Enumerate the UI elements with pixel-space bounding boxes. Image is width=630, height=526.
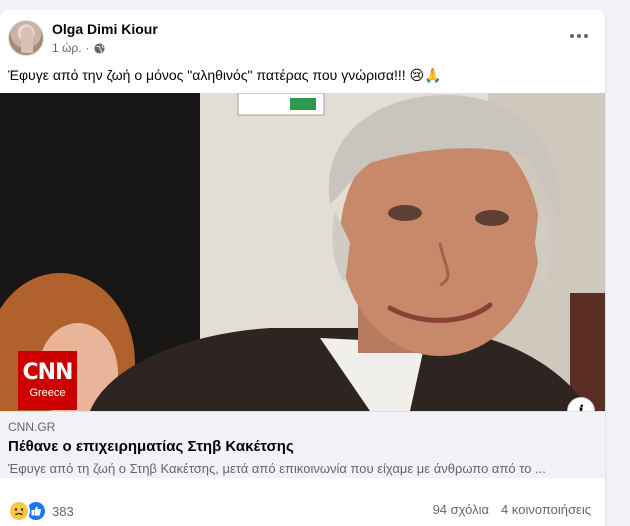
info-icon: i: [578, 403, 584, 411]
separator-dot: ·: [85, 41, 90, 55]
reactions-summary[interactable]: 383: [8, 500, 74, 522]
cnn-logo-sub: Greece: [29, 387, 66, 399]
cnn-logo-brand: CNN: [22, 360, 74, 385]
avatar[interactable]: [8, 20, 44, 56]
post-stats: 94 σχόλια 4 κοινοποιήσεις: [433, 502, 591, 517]
post-header: Olga Dimi Kiour 1 ώρ. ·: [0, 10, 605, 66]
post-time[interactable]: 1 ώρ.: [52, 41, 82, 55]
link-preview[interactable]: CNN.GR Πέθανε ο επιχειρηματίας Στηβ Κακέ…: [0, 411, 605, 478]
post-meta: 1 ώρ. ·: [52, 41, 105, 55]
link-title[interactable]: Πέθανε ο επιχειρηματίας Στηβ Κακέτσης: [8, 438, 294, 455]
globe-icon: [94, 42, 105, 54]
link-domain: CNN.GR: [8, 420, 56, 434]
comments-count[interactable]: 94 σχόλια: [433, 502, 489, 517]
shares-count[interactable]: 4 κοινοποιήσεις: [501, 502, 591, 517]
link-description: Έφυγε από τη ζωή ο Στηβ Κακέτσης, μετά α…: [8, 461, 546, 476]
post-footer: 383 94 σχόλια 4 κοινοποιήσεις: [0, 477, 605, 526]
post-card: Olga Dimi Kiour 1 ώρ. · Έφυγε από την ζω…: [0, 10, 605, 526]
sad-reaction-icon: [8, 500, 30, 522]
more-icon: [570, 34, 574, 38]
link-image[interactable]: CNN Greece i: [0, 93, 605, 411]
cnn-logo: CNN Greece: [18, 351, 77, 410]
post-text: Έφυγε από την ζωή ο μόνος "αληθινός" πατ…: [8, 67, 442, 83]
more-options-button[interactable]: [565, 26, 593, 46]
news-photo: [0, 93, 605, 411]
author-name[interactable]: Olga Dimi Kiour: [52, 21, 158, 37]
reaction-count: 383: [52, 503, 74, 519]
